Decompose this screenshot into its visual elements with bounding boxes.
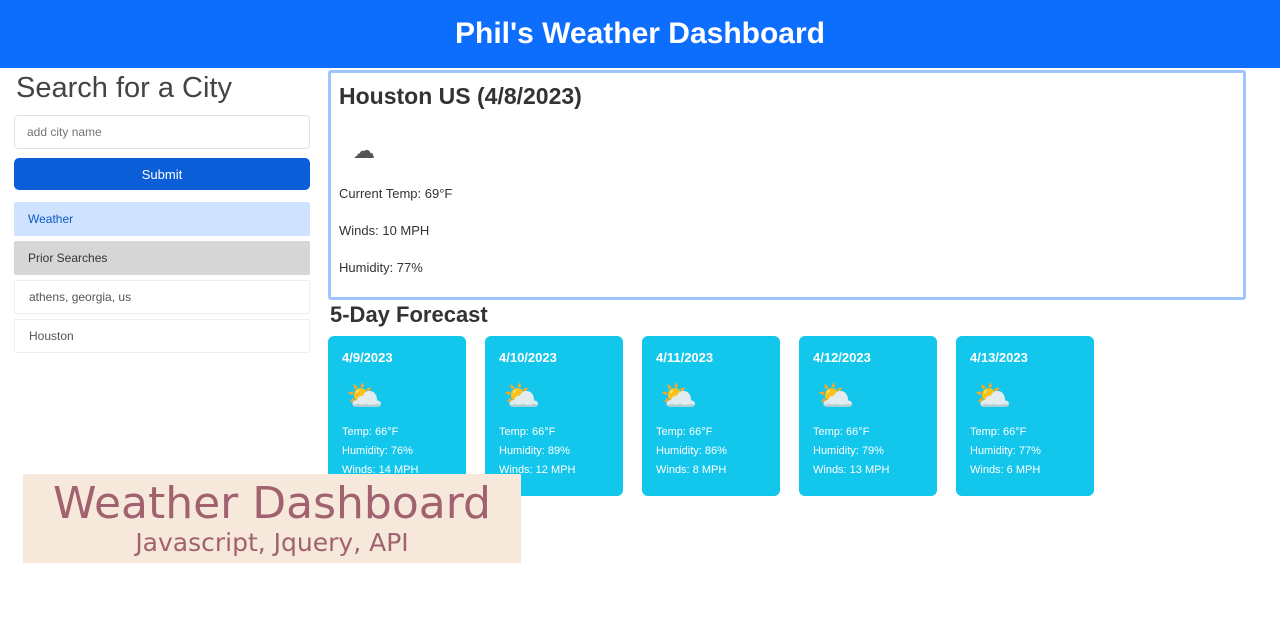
partly-cloudy-icon: ⛅ xyxy=(817,380,855,413)
history-header: Prior Searches xyxy=(14,241,310,275)
forecast-temp: Temp: 66°F xyxy=(813,426,870,438)
search-title: Search for a City xyxy=(16,72,232,104)
history-item[interactable]: Houston xyxy=(14,319,310,353)
app-title: Phil's Weather Dashboard xyxy=(454,17,825,50)
forecast-wind: Winds: 13 MPH xyxy=(813,464,890,476)
forecast-card: 4/10/2023 ⛅ Temp: 66°F Humidity: 89% Win… xyxy=(485,336,623,496)
forecast-temp: Temp: 66°F xyxy=(970,426,1027,438)
forecast-temp: Temp: 66°F xyxy=(656,426,713,438)
current-wind: Winds: 10 MPH xyxy=(339,223,430,238)
history-item[interactable]: athens, georgia, us xyxy=(14,280,310,314)
partly-cloudy-icon: ⛅ xyxy=(974,380,1012,413)
forecast-card: 4/13/2023 ⛅ Temp: 66°F Humidity: 77% Win… xyxy=(956,336,1094,496)
forecast-date: 4/10/2023 xyxy=(499,350,557,365)
forecast-date: 4/11/2023 xyxy=(656,350,714,365)
forecast-date: 4/13/2023 xyxy=(970,350,1028,365)
forecast-cards: 4/9/2023 ⛅ Temp: 66°F Humidity: 76% Wind… xyxy=(328,336,1094,496)
banner-title: Weather Dashboard xyxy=(53,478,491,529)
current-weather-panel: Houston US (4/8/2023) ☁ Current Temp: 69… xyxy=(328,70,1246,300)
forecast-date: 4/12/2023 xyxy=(813,350,871,365)
sidebar: Search for a City Submit Weather Prior S… xyxy=(14,72,310,358)
partly-cloudy-icon: ⛅ xyxy=(503,380,541,413)
banner-subtitle: Javascript, Jquery, API xyxy=(135,528,409,557)
forecast-temp: Temp: 66°F xyxy=(342,426,399,438)
current-humidity: Humidity: 77% xyxy=(339,260,423,275)
city-search-input[interactable] xyxy=(14,115,310,149)
forecast-humidity: Humidity: 86% xyxy=(656,445,727,457)
search-history-list: Weather Prior Searches athens, georgia, … xyxy=(14,202,310,353)
forecast-temp: Temp: 66°F xyxy=(499,426,556,438)
forecast-date: 4/9/2023 xyxy=(342,350,393,365)
history-item-weather[interactable]: Weather xyxy=(14,202,310,236)
partly-cloudy-icon: ⛅ xyxy=(346,380,384,413)
submit-button[interactable]: Submit xyxy=(14,158,310,190)
forecast-humidity: Humidity: 79% xyxy=(813,445,884,457)
forecast-wind: Winds: 8 MPH xyxy=(656,464,727,476)
forecast-card: 4/12/2023 ⛅ Temp: 66°F Humidity: 79% Win… xyxy=(799,336,937,496)
app-header: Phil's Weather Dashboard xyxy=(0,0,1280,68)
forecast-card: 4/11/2023 ⛅ Temp: 66°F Humidity: 86% Win… xyxy=(642,336,780,496)
forecast-humidity: Humidity: 77% xyxy=(970,445,1041,457)
cloud-icon: ☁ xyxy=(353,138,375,163)
project-title-banner: Weather Dashboard Javascript, Jquery, AP… xyxy=(23,474,521,563)
forecast-title: 5-Day Forecast xyxy=(330,302,488,327)
forecast-humidity: Humidity: 89% xyxy=(499,445,570,457)
partly-cloudy-icon: ⛅ xyxy=(660,380,698,413)
forecast-wind: Winds: 6 MPH xyxy=(970,464,1041,476)
forecast-card: 4/9/2023 ⛅ Temp: 66°F Humidity: 76% Wind… xyxy=(328,336,466,496)
current-temp: Current Temp: 69°F xyxy=(339,186,453,201)
current-city-title: Houston US (4/8/2023) xyxy=(339,83,582,109)
forecast-humidity: Humidity: 76% xyxy=(342,445,413,457)
